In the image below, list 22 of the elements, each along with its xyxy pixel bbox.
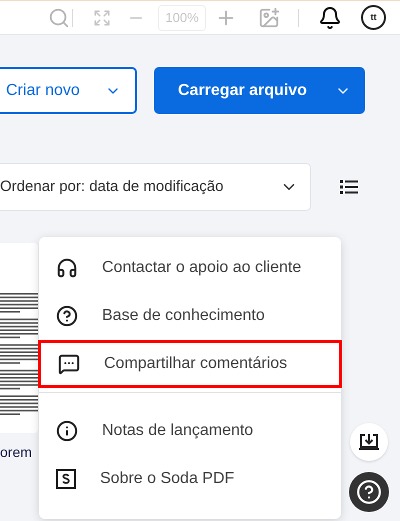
list-view-icon[interactable]	[340, 180, 358, 194]
help-button[interactable]	[349, 472, 389, 512]
sort-dropdown[interactable]: Ordenar por: data de modificação	[0, 163, 311, 211]
info-icon	[56, 420, 78, 442]
headset-icon	[56, 257, 78, 279]
upload-file-button[interactable]: Carregar arquivo	[154, 67, 365, 114]
menu-item[interactable]: Base de conhecimento	[39, 292, 341, 340]
create-new-button[interactable]: Criar novo	[0, 67, 137, 114]
help-icon	[356, 479, 382, 505]
notification-icon[interactable]	[318, 6, 342, 30]
comment-icon	[58, 353, 80, 375]
menu-item[interactable]: Notas de lançamento	[39, 407, 341, 455]
menu-item[interactable]: Contactar o apoio ao cliente	[39, 244, 341, 292]
avatar[interactable]: tt	[361, 5, 386, 30]
help-icon	[56, 305, 78, 327]
menu-item[interactable]: Sobre o Soda PDF	[39, 455, 341, 503]
logo-icon	[56, 469, 76, 489]
document-thumbnail-drawing[interactable]	[0, 243, 38, 433]
download-icon	[359, 433, 379, 451]
download-button[interactable]	[350, 423, 388, 461]
menu-item[interactable]: Compartilhar comentários	[38, 340, 342, 388]
file-name: orem	[0, 443, 33, 462]
